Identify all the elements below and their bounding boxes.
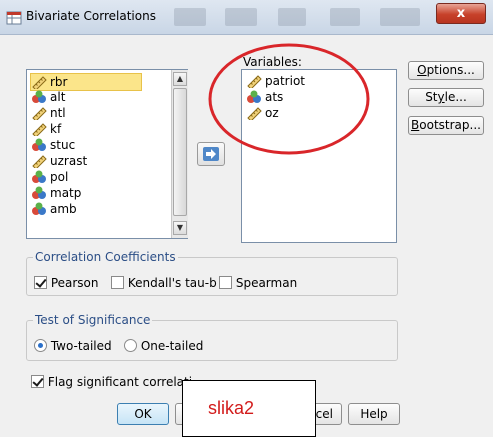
spearman-label: Spearman (235, 276, 298, 290)
nominal-people-icon (31, 186, 50, 200)
source-item-pol[interactable]: pol (31, 169, 68, 185)
background-toolbar-icon (330, 8, 360, 26)
kendall-checkbox[interactable] (111, 276, 124, 289)
nominal-people-icon (31, 138, 50, 152)
flag-significant-label: Flag significant correlati (47, 375, 193, 389)
one-tailed-label: One-tailed (140, 339, 204, 353)
source-item-alt[interactable]: alt (31, 89, 65, 105)
source-variable-list[interactable]: rbr alt ntl kf stuc uzrast pol matp amb ▲ ▼ (26, 69, 188, 239)
annotation-ellipse (208, 43, 370, 155)
bootstrap-button[interactable]: Bootstrap... (408, 116, 484, 135)
one-tailed-option[interactable]: One-tailed (124, 339, 203, 353)
source-item-label: kf (50, 122, 62, 136)
scroll-down-arrow-icon[interactable]: ▼ (173, 221, 187, 235)
pearson-checkbox[interactable] (34, 276, 47, 289)
source-item-label: matp (50, 186, 82, 200)
background-toolbar-icon (380, 8, 420, 26)
source-item-ntl[interactable]: ntl (31, 105, 66, 122)
scale-ruler-icon (31, 106, 50, 122)
annotation-label: slika2 (208, 398, 255, 418)
pearson-label: Pearson (50, 276, 99, 290)
source-item-label: pol (50, 170, 69, 184)
dialog-app-icon (6, 11, 22, 25)
options-button[interactable]: Options... (408, 61, 484, 80)
nominal-people-icon (31, 90, 50, 104)
source-item-label: uzrast (50, 154, 88, 168)
source-item-label: stuc (50, 138, 76, 152)
kendall-label: Kendall's tau-b (127, 276, 217, 290)
two-tailed-label: Two-tailed (50, 339, 112, 353)
spearman-option[interactable]: Spearman (219, 276, 297, 290)
source-item-uzrast[interactable]: uzrast (31, 153, 88, 170)
flag-significant-option[interactable]: Flag significant correlati (31, 375, 192, 389)
pearson-option[interactable]: Pearson (34, 276, 99, 290)
window-title: Bivariate Correlations (26, 9, 156, 23)
one-tailed-radio[interactable] (124, 339, 137, 352)
scroll-thumb[interactable] (173, 88, 187, 216)
scale-ruler-icon (31, 122, 50, 138)
source-item-label: amb (50, 202, 77, 216)
significance-group: Test of Significance (26, 313, 398, 361)
significance-legend: Test of Significance (35, 313, 151, 327)
background-toolbar-icon (278, 8, 306, 26)
scroll-up-arrow-icon[interactable]: ▲ (173, 72, 187, 86)
ok-button[interactable]: OK (117, 403, 169, 425)
nominal-people-icon (31, 202, 50, 216)
background-toolbar-icon (225, 8, 257, 26)
correlation-coefficients-legend: Correlation Coefficients (35, 250, 176, 264)
source-item-amb[interactable]: amb (31, 201, 77, 217)
source-item-matp[interactable]: matp (31, 185, 81, 201)
style-button[interactable]: Style... (408, 88, 484, 107)
spearman-checkbox[interactable] (219, 276, 232, 289)
close-button[interactable]: x (436, 3, 486, 24)
kendall-option[interactable]: Kendall's tau-b (111, 276, 217, 290)
source-list-scrollbar[interactable]: ▲ ▼ (171, 70, 188, 238)
source-item-kf[interactable]: kf (31, 121, 62, 138)
source-item-stuc[interactable]: stuc (31, 137, 75, 153)
scale-ruler-icon (31, 75, 50, 91)
source-item-label: rbr (50, 75, 68, 89)
flag-significant-checkbox[interactable] (31, 375, 44, 388)
two-tailed-option[interactable]: Two-tailed (34, 339, 112, 353)
scale-ruler-icon (31, 154, 50, 170)
help-button[interactable]: Help (348, 403, 400, 425)
nominal-people-icon (31, 170, 50, 184)
background-toolbar-icon (174, 8, 206, 26)
source-item-label: alt (50, 90, 66, 104)
two-tailed-radio[interactable] (34, 339, 47, 352)
source-item-label: ntl (50, 106, 66, 120)
